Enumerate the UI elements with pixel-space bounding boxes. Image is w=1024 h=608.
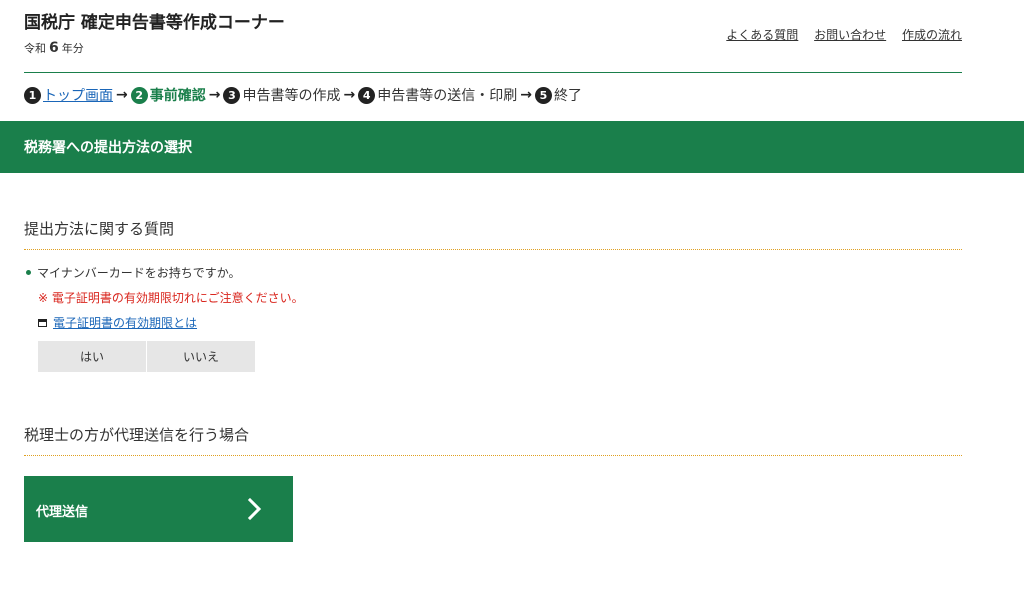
page-title: 税務署への提出方法の選択	[24, 140, 192, 156]
step-3-label: 申告書等の作成	[242, 88, 341, 104]
step-4-number-icon: 4	[358, 86, 376, 104]
contact-link[interactable]: お問い合わせ	[814, 28, 886, 42]
step-2-number-icon: 2	[130, 86, 148, 104]
step-arrow-icon: →	[343, 87, 356, 103]
step-5: 5 終了	[534, 85, 582, 105]
page: 国税庁 確定申告書等作成コーナー 令和 6 年分 よくある質問 お問い合わせ 作成の…	[0, 0, 1024, 608]
step-2-label: 事前確認	[149, 88, 206, 104]
era-prefix: 令和	[24, 42, 46, 55]
site-title: 国税庁 確定申告書等作成コーナー	[24, 13, 285, 33]
window-icon	[38, 318, 47, 327]
step-5-label: 終了	[553, 88, 582, 104]
step-arrow-icon: →	[116, 87, 128, 103]
tax-year: 令和 6 年分	[24, 40, 84, 56]
step-3-number-icon: 3	[223, 86, 241, 104]
certificate-expiry-link[interactable]: 電子証明書の有効期限とは	[53, 314, 197, 331]
submission-question-heading: 提出方法に関する質問	[24, 218, 962, 250]
mynumber-question-text: マイナンバーカードをお持ちですか。	[37, 266, 241, 280]
chevron-right-icon	[247, 498, 262, 520]
certificate-expiry-info: 電子証明書の有効期限とは	[38, 314, 197, 331]
step-3: 3 申告書等の作成	[223, 85, 340, 105]
page-banner: 税務署への提出方法の選択	[0, 121, 1024, 173]
step-arrow-icon: →	[208, 87, 221, 103]
creation-flow-link[interactable]: 作成の流れ	[902, 28, 962, 42]
step-arrow-icon: →	[520, 87, 532, 103]
step-4-label: 申告書等の送信・印刷	[377, 88, 518, 104]
certificate-expiry-warning: ※ 電子証明書の有効期限切れにご注意ください。	[38, 291, 304, 305]
yes-button[interactable]: はい	[38, 341, 146, 372]
step-5-number-icon: 5	[534, 86, 552, 104]
step-2: 2 事前確認	[130, 85, 206, 105]
proxy-submission-heading: 税理士の方が代理送信を行う場合	[24, 424, 962, 456]
faq-link[interactable]: よくある質問	[726, 28, 798, 42]
mynumber-answer-group: はい いいえ	[38, 341, 256, 372]
step-4: 4 申告書等の送信・印刷	[358, 85, 517, 105]
step-1: 1 トップ画面	[24, 85, 113, 105]
bullet-icon	[26, 270, 31, 275]
header-links: よくある質問 お問い合わせ 作成の流れ	[714, 26, 962, 43]
era-suffix: 年分	[61, 42, 84, 55]
no-button[interactable]: いいえ	[147, 341, 255, 372]
proxy-submission-button[interactable]: 代理送信	[24, 476, 293, 542]
step-1-number-icon: 1	[24, 86, 41, 104]
proxy-submission-label: 代理送信	[36, 505, 89, 520]
era-year: 6	[49, 40, 59, 56]
header: 国税庁 確定申告書等作成コーナー 令和 6 年分 よくある質問 お問い合わせ 作成の…	[24, 0, 962, 73]
mynumber-question: マイナンバーカードをお持ちですか。	[24, 264, 241, 281]
progress-steps: 1 トップ画面 → 2 事前確認 → 3 申告書等の作成 → 4 申告書等の送信…	[24, 84, 582, 106]
step-1-top-link[interactable]: トップ画面	[43, 85, 113, 105]
